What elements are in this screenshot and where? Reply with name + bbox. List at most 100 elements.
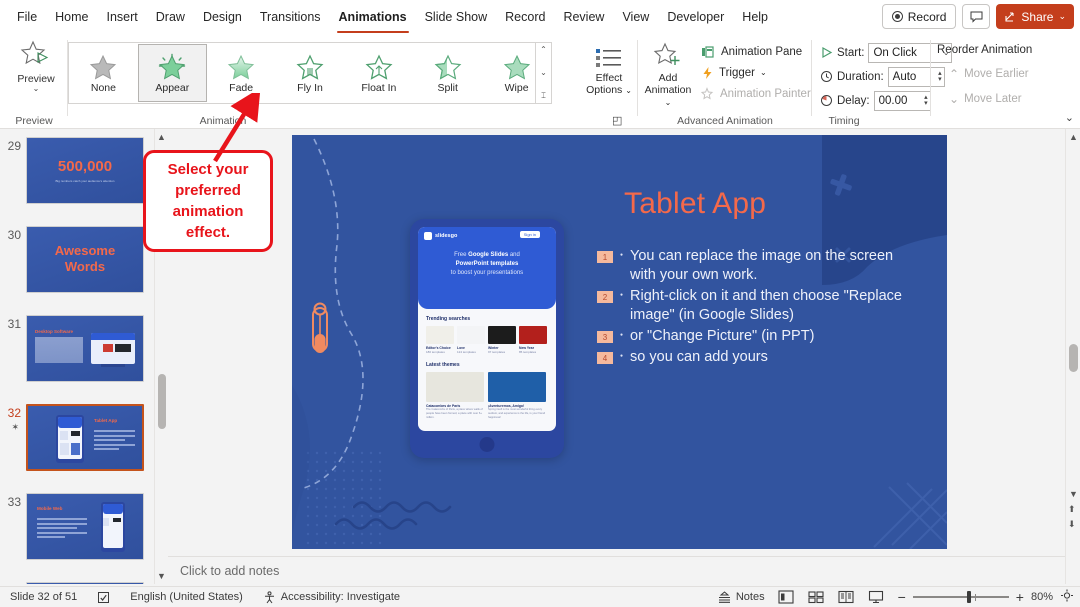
animation-effect-none[interactable]: None [69,44,138,102]
accessibility-status[interactable]: Accessibility: Investigate [253,590,410,604]
spellcheck-icon [98,591,110,603]
slide-counter[interactable]: Slide 32 of 51 [0,591,87,603]
thumbnail-image[interactable]: Tablet App [26,404,144,471]
effect-star-icon [159,53,186,79]
share-icon [1005,11,1014,22]
zoom-in-button[interactable]: + [1016,589,1024,605]
delay-input[interactable]: 00.00 ▴ ▾ [873,90,931,111]
thumbnail-image[interactable]: 500,000 Big numbers catch your audience's… [26,137,144,204]
spell-check-button[interactable] [87,591,120,604]
bullet-text: Right-click on it and then choose "Repla… [630,288,902,323]
thumbnail-image[interactable]: Lorem Ipsum Dolor Sit Amet [26,582,144,584]
zoom-control[interactable]: − + 80% [898,589,1074,605]
delay-stepper[interactable]: ▴ ▾ [921,94,928,107]
slide-editing-surface[interactable]: slidesgo Sign in Free Google Slides and … [292,135,947,549]
canvas-scroll-handle[interactable] [1069,344,1078,372]
effect-options-button[interactable]: Effect Options ⌄ [581,46,637,97]
view-normal-button[interactable] [778,590,795,605]
mockup-signin-button[interactable]: Sign in [519,231,540,238]
gallery-scroll-up-icon[interactable]: ⌃ [540,45,547,55]
zoom-out-button[interactable]: − [898,589,906,605]
trending-card[interactable]: Love 124 templates [457,326,485,354]
ribbon-collapse-button[interactable]: ⌄ [1065,111,1074,124]
ribbon-tab-design[interactable]: Design [194,5,251,29]
move-later-label: Move Later [964,92,1022,105]
view-slide-sorter-button[interactable] [808,590,825,605]
chevron-down-icon: ⌄ [625,86,632,95]
thumbnail-slide-34[interactable]: 34Lorem Ipsum Dolor Sit Amet [0,582,168,584]
canvas-scroll-up-icon[interactable]: ▲ [1069,132,1078,142]
thumbnail-slide-32[interactable]: 32 ✶ Tablet App [0,404,168,471]
previous-slide-button[interactable]: ⬆ [1068,504,1076,515]
thumbnail-image[interactable]: Awesome Words [26,226,144,293]
ribbon-tab-animations[interactable]: Animations [330,5,416,33]
thumbnail-slide-31[interactable]: 31 Desktop Software [0,315,168,382]
view-slideshow-button[interactable] [868,590,885,605]
canvas-scrollbar[interactable]: ▲ ▼ ⬆ ⬇ [1065,129,1080,584]
delay-clock-icon [821,95,832,106]
ribbon-tab-help[interactable]: Help [733,5,777,29]
ribbon-tab-slide-show[interactable]: Slide Show [416,5,497,29]
record-button[interactable]: Record [881,4,957,29]
language-status[interactable]: English (United States) [120,591,253,603]
preview-button[interactable]: Preview ⌄ [10,40,62,93]
ribbon-tab-developer[interactable]: Developer [658,5,733,29]
thumbnail-image[interactable]: Desktop Software [26,315,144,382]
animation-effect-split[interactable]: Split [413,44,482,102]
animation-effect-label: Split [437,81,458,94]
bullet-text: or "Change Picture" (in PPT) [630,328,815,344]
status-bar: Slide 32 of 51 English (United States) A… [0,586,1080,607]
thumbnail-scroll-down-icon[interactable]: ▼ [157,571,166,581]
animation-pane-button[interactable]: Animation Pane [698,41,814,62]
tablet-mockup[interactable]: slidesgo Sign in Free Google Slides and … [410,219,564,458]
ribbon-tab-transitions[interactable]: Transitions [251,5,330,29]
animation-pane-icon [702,45,714,58]
notes-toggle-label: Notes [735,591,765,603]
animation-effect-float-in[interactable]: Float In [344,44,413,102]
delay-label: Delay: [837,94,870,107]
notes-icon [718,590,730,603]
gallery-more-icon[interactable]: ⌶ [541,91,546,101]
ribbon-tab-record[interactable]: Record [496,5,554,29]
trigger-button[interactable]: Trigger ⌄ [698,62,814,83]
add-animation-button[interactable]: Add Animation ⌄ [640,42,696,109]
trending-card[interactable]: New Year 85 templates [519,326,547,354]
trending-card[interactable]: Editor's Choice 180 templates [426,326,454,354]
next-slide-button[interactable]: ⬇ [1068,519,1076,530]
mockup-latest-cards: Catacombes de Paris The Catacombs of Pari… [426,372,548,420]
view-reading-button[interactable] [838,590,855,605]
zoom-slider-handle[interactable] [966,591,971,603]
comments-button[interactable] [962,4,991,29]
slide-title[interactable]: Tablet App [624,187,766,221]
zoom-level-label[interactable]: 80% [1031,591,1053,603]
latest-theme-card[interactable]: Catacombes de Paris The Catacombs of Pari… [426,372,484,420]
gallery-scroll-controls[interactable]: ⌃ ⌄ ⌶ [535,43,551,103]
share-button[interactable]: Share ⌄ [996,4,1074,29]
ribbon-tab-view[interactable]: View [613,5,658,29]
animation-dialog-launcher[interactable]: ◰ [612,114,624,127]
fit-to-window-button[interactable] [1060,589,1074,605]
ribbon-tab-draw[interactable]: Draw [147,5,194,29]
play-icon [822,46,833,59]
duration-row: Duration: Auto ▴ ▾ [820,66,952,87]
ribbon-tab-file[interactable]: File [8,5,46,29]
notes-pane[interactable]: Click to add notes [168,556,1065,586]
tablet-home-button [479,437,495,452]
zoom-slider[interactable] [912,591,1009,603]
bullet-dot-icon: ● [620,332,624,338]
trending-card[interactable]: Winter 97 templates [488,326,516,354]
ribbon-tab-review[interactable]: Review [554,5,613,29]
ribbon-tab-insert[interactable]: Insert [98,5,147,29]
notes-toggle-button[interactable]: Notes [717,590,765,604]
gallery-scroll-down-icon[interactable]: ⌄ [540,68,547,78]
add-animation-label-line2: Animation ⌄ [644,84,692,107]
thumbnail-image[interactable]: Mobile Web [26,493,144,560]
latest-theme-card[interactable]: ¡Aventuremos, Amigo! Spring itself is the… [488,372,546,420]
ribbon-tab-home[interactable]: Home [46,5,97,29]
thumbnail-slide-33[interactable]: 33 Mobile Web [0,493,168,560]
slide-body-placeholder[interactable]: 1 ● You can replace the image on the scree… [597,247,917,369]
animation-effect-fly-in[interactable]: Fly In [276,44,345,102]
canvas-scroll-down-icon[interactable]: ▼ [1069,489,1078,499]
animation-indicator-icon[interactable]: ✶ [0,422,26,433]
animation-effect-gallery[interactable]: None Appear Fade Fly In Float In Split Wipe ⌃ … [68,42,552,104]
